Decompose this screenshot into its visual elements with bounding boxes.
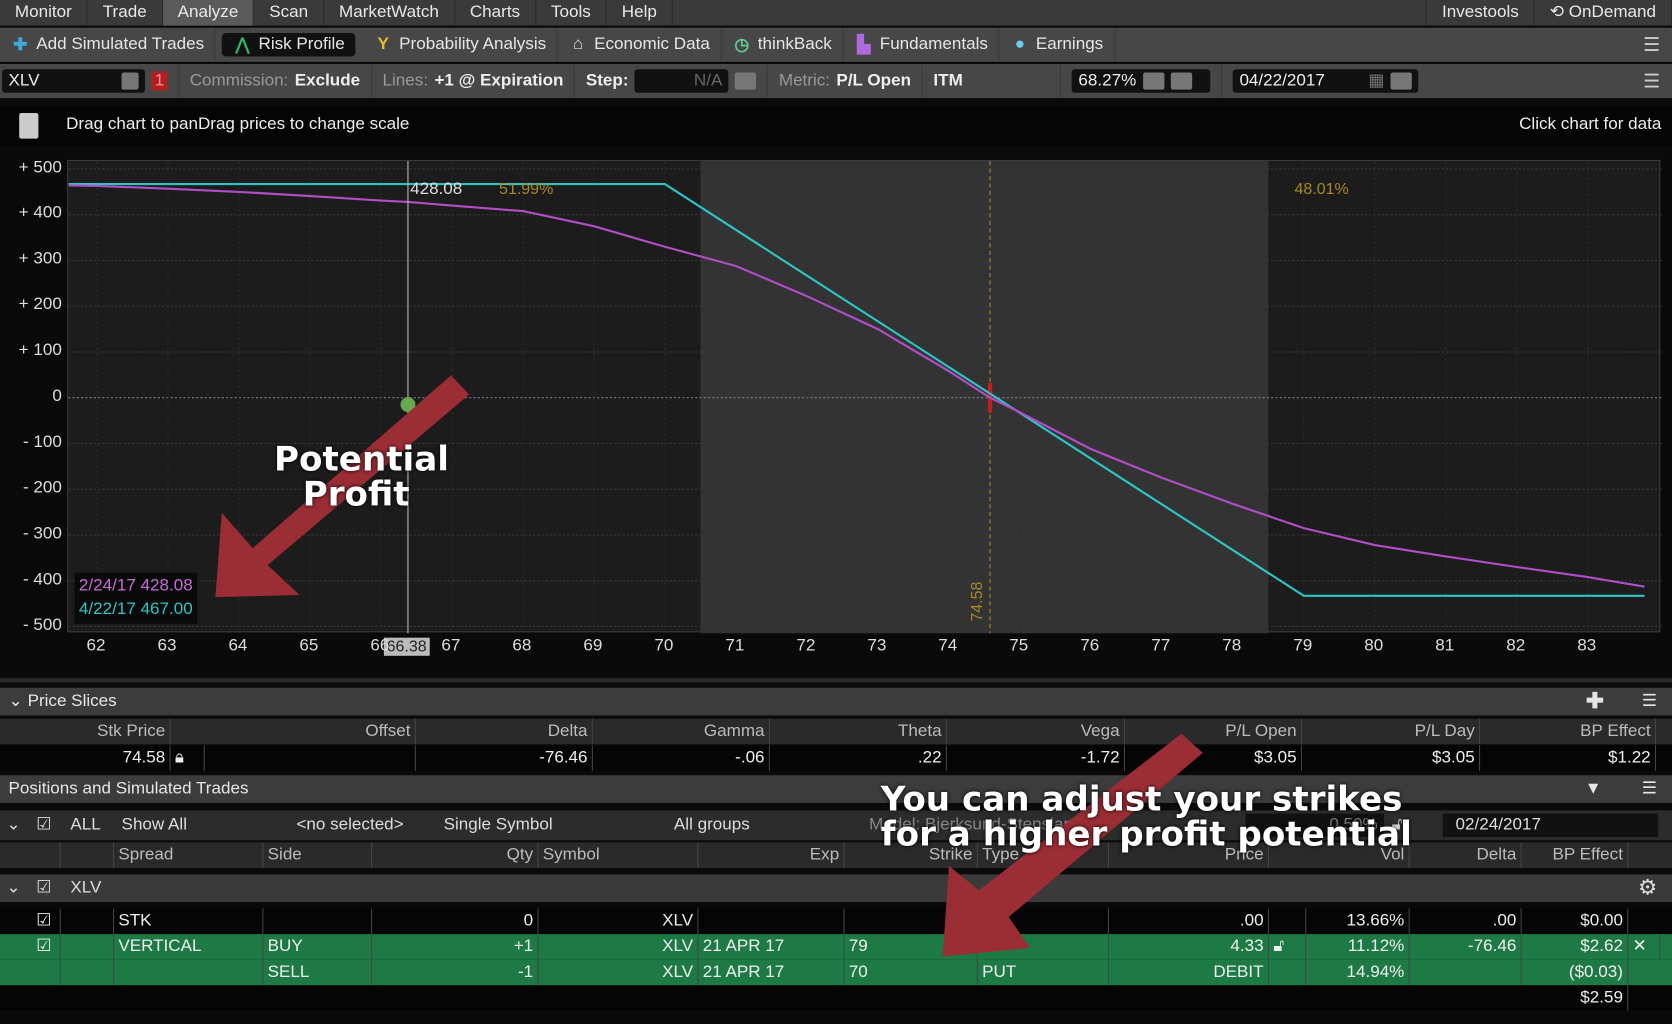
y-tick-label: 0 xyxy=(52,387,62,406)
x-tick-label: 77 xyxy=(1151,636,1171,655)
x-tick-label: 78 xyxy=(1222,636,1242,655)
y-tick-label: + 500 xyxy=(18,158,62,177)
x-tick-label: 82 xyxy=(1506,636,1526,655)
x-tick-label: 63 xyxy=(157,636,177,655)
x-tick-label: 67 xyxy=(441,636,461,655)
app-window: Monitor Trade Analyze Scan MarketWatch C… xyxy=(0,0,1672,1024)
annotation-line: You can adjust your strikes xyxy=(880,778,1403,819)
x-tick-label: 75 xyxy=(1009,636,1029,655)
y-tick-label: + 100 xyxy=(18,341,62,360)
x-tick-label: 80 xyxy=(1364,636,1384,655)
y-tick-label: - 300 xyxy=(22,524,62,543)
x-tick-label: 70 xyxy=(654,636,674,655)
adjust-strikes-annotation: You can adjust your strikes for a higher … xyxy=(880,778,1412,855)
y-tick-label: - 100 xyxy=(22,432,62,451)
y-tick-label: + 400 xyxy=(18,204,62,223)
x-tick-label: 68 xyxy=(512,636,532,655)
x-tick-label: 69 xyxy=(583,636,603,655)
x-tick-label: 73 xyxy=(867,636,887,655)
x-tick-label: 74 xyxy=(938,636,958,655)
y-tick-label: + 200 xyxy=(18,295,62,314)
annotation-line: Profit xyxy=(302,473,410,514)
x-tick-label: 62 xyxy=(86,636,106,655)
annotation-line: Potential xyxy=(274,438,449,479)
x-tick-label: 65 xyxy=(299,636,319,655)
x-tick-label: 83 xyxy=(1577,636,1597,655)
y-tick-label: - 400 xyxy=(22,570,62,589)
y-tick-label: - 500 xyxy=(22,615,62,634)
x-tick-label: 66 xyxy=(370,636,390,655)
y-tick-label: - 200 xyxy=(22,478,62,497)
x-tick-label: 72 xyxy=(796,636,816,655)
x-tick-label: 64 xyxy=(228,636,248,655)
x-tick-label: 81 xyxy=(1435,636,1455,655)
x-tick-label: 76 xyxy=(1080,636,1100,655)
x-tick-label: 71 xyxy=(725,636,745,655)
y-tick-label: + 300 xyxy=(18,249,62,268)
x-tick-label: 79 xyxy=(1293,636,1313,655)
annotation-layer xyxy=(215,375,1203,957)
annotation-line: for a higher profit potential xyxy=(880,813,1412,855)
potential-profit-annotation: Potential Profit xyxy=(274,438,449,514)
